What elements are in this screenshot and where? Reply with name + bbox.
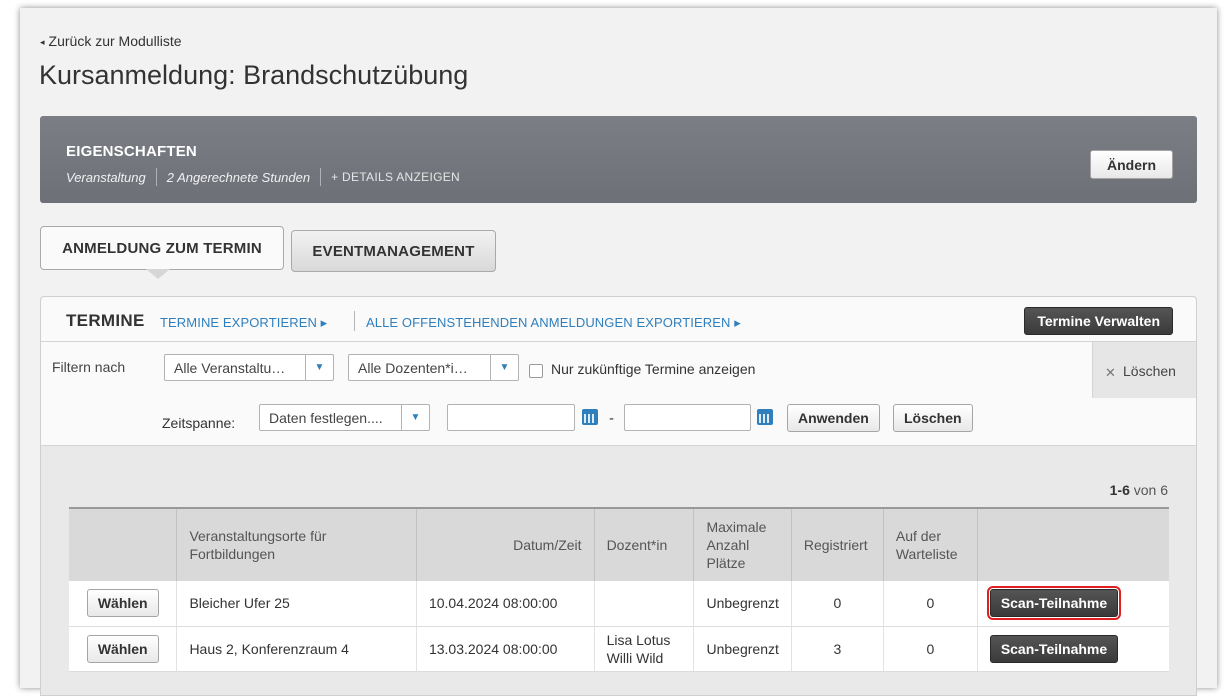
edit-properties-button[interactable]: Ändern [1090,150,1173,179]
location-column-header: Veranstaltungsorte für Fortbildungen [176,507,417,581]
action-cell: Scan-Teilnahme [977,626,1169,672]
tab-registration[interactable]: ANMELDUNG ZUM TERMIN [40,226,284,270]
divider [320,168,322,186]
filter-area: Filtern nach Alle Veranstaltu… ▼ Alle Do… [41,342,1196,446]
max-places-cell: Unbegrenzt [693,581,792,627]
property-hours: 2 Angerechnete Stunden [166,169,311,185]
termine-title: TERMINE [66,311,145,330]
scan-attendance-button[interactable]: Scan-Teilnahme [986,586,1122,621]
page-title: Kursanmeldung: Brandschutzübung [39,60,469,90]
termine-panel: TERMINE TERMINE EXPORTIEREN ▸ ALLE OFFEN… [40,296,1197,696]
apply-button[interactable]: Anwenden [787,404,880,432]
date-to-input[interactable] [624,404,751,431]
reset-button[interactable]: Löschen [893,404,973,432]
datetime-cell: 13.03.2024 08:00:00 [416,626,595,672]
teacher-filter-value: Alle Dozenten*i… [358,360,468,376]
filter-label: Filtern nach [52,359,126,375]
future-only-label[interactable]: Nur zukünftige Termine anzeigen [551,361,755,377]
location-cell: Bleicher Ufer 25 [176,581,417,627]
dropdown-arrow-icon: ▼ [305,355,333,380]
select-button[interactable]: Wählen [86,634,159,663]
waitlist-column-header: Auf der Warteliste [883,507,978,581]
event-filter-value: Alle Veranstaltu… [174,360,286,376]
pagination-count: 1-6 von 6 [1110,482,1168,498]
action-column-header [977,507,1169,581]
future-only-checkbox[interactable] [529,364,543,378]
teacher-column-header: Dozent*in [594,507,695,581]
divider [354,311,355,331]
calendar-icon[interactable] [582,409,598,425]
back-link-label: Zurück zur Modulliste [48,33,182,49]
select-cell: Wählen [69,626,178,672]
close-icon: ✕ [1105,365,1116,380]
datetime-column-header: Datum/Zeit [416,507,595,581]
properties-banner: EIGENSCHAFTEN Veranstaltung 2 Angerechne… [40,116,1197,203]
manage-dates-button[interactable]: Termine Verwalten [1024,307,1173,335]
dropdown-arrow-icon: ▼ [490,355,518,380]
page-container: ◂ Zurück zur Modulliste Kursanmeldung: Br… [20,8,1217,696]
tab-event-management[interactable]: EVENTMANAGEMENT [291,230,496,272]
date-from-input[interactable] [447,404,575,431]
termine-table: Veranstaltungsorte für Fortbildungen Dat… [69,507,1169,672]
select-column-header [69,507,178,581]
show-details-link[interactable]: + DETAILS ANZEIGEN [331,170,460,184]
teacher-cell [594,581,695,627]
max-places-column-header: Maximale Anzahl Plätze [693,507,792,581]
table-row: Wählen Haus 2, Konferenzraum 4 13.03.202… [69,626,1169,672]
timespan-label: Zeitspanne: [162,415,236,431]
clear-filters-label: Löschen [1123,363,1176,379]
date-range-separator: - [609,410,614,427]
max-places-cell: Unbegrenzt [693,626,792,672]
active-tab-pointer [146,269,170,279]
action-cell: Scan-Teilnahme [977,581,1169,627]
dropdown-arrow-icon: ▼ [401,405,429,430]
divider [155,168,157,186]
teacher-filter-select[interactable]: Alle Dozenten*i… ▼ [348,354,519,381]
property-type: Veranstaltung [66,169,146,185]
registered-cell: 3 [791,626,884,672]
export-dates-link[interactable]: TERMINE EXPORTIEREN ▸ [160,315,327,331]
calendar-icon[interactable] [757,409,773,425]
timespan-value: Daten festlegen.... [269,410,383,426]
back-to-module-list-link[interactable]: ◂ Zurück zur Modulliste [40,33,182,49]
properties-meta: Veranstaltung 2 Angerechnete Stunden + D… [66,168,460,186]
waitlist-cell: 0 [883,581,978,627]
table-header-row: Veranstaltungsorte für Fortbildungen Dat… [69,507,1169,581]
scan-attendance-button[interactable]: Scan-Teilnahme [989,634,1119,663]
registered-column-header: Registriert [791,507,884,581]
export-open-registrations-link[interactable]: ALLE OFFENSTEHENDEN ANMELDUNGEN EXPORTIE… [366,315,741,331]
triangle-left-icon: ◂ [40,37,45,47]
pagination-range: 1-6 [1109,482,1130,498]
datetime-cell: 10.04.2024 08:00:00 [416,581,595,627]
waitlist-cell: 0 [883,626,978,672]
pagination-total: von 6 [1133,482,1168,498]
timespan-select[interactable]: Daten festlegen.... ▼ [259,404,430,431]
termine-header: TERMINE TERMINE EXPORTIEREN ▸ ALLE OFFEN… [41,297,1196,342]
clear-filters-button[interactable]: ✕ Löschen [1092,342,1196,398]
teacher-cell: Lisa Lotus Willi Wild [594,626,695,672]
select-cell: Wählen [69,581,178,627]
properties-title: EIGENSCHAFTEN [66,143,197,160]
select-button[interactable]: Wählen [86,589,159,618]
registered-cell: 0 [791,581,884,627]
table-row: Wählen Bleicher Ufer 25 10.04.2024 08:00… [69,581,1169,627]
event-filter-select[interactable]: Alle Veranstaltu… ▼ [164,354,334,381]
location-cell: Haus 2, Konferenzraum 4 [176,626,417,672]
